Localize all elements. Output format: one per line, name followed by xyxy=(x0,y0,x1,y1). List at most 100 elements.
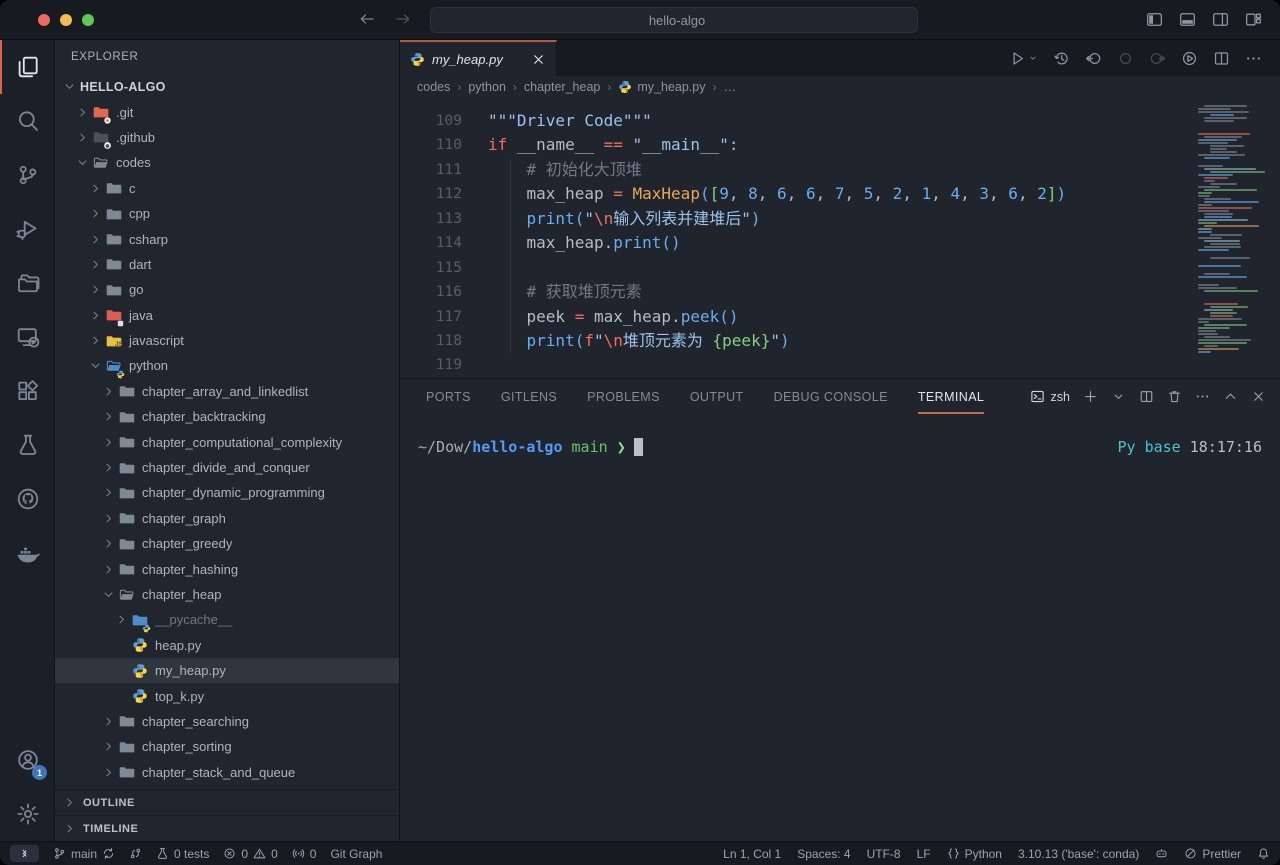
sidebar-section-outline[interactable]: OUTLINE xyxy=(55,789,399,815)
status-python-interpreter[interactable]: 3.10.13 ('base': conda) xyxy=(1018,847,1139,861)
tree-item-chapter_divide_and_conquer[interactable]: chapter_divide_and_conquer xyxy=(55,455,399,480)
tree-item-python[interactable]: python xyxy=(55,353,399,378)
activity-item-extensions[interactable] xyxy=(0,364,54,418)
panel-more-button[interactable] xyxy=(1195,389,1210,404)
new-terminal-button[interactable] xyxy=(1083,389,1098,404)
tree-item-dart[interactable]: dart xyxy=(55,252,399,277)
tree-item-hello-algo[interactable]: HELLO-ALGO xyxy=(55,74,399,99)
panel-tab-gitlens[interactable]: GITLENS xyxy=(501,379,557,414)
panel-tab-terminal[interactable]: TERMINAL xyxy=(918,379,984,414)
status-indentation[interactable]: Spaces: 4 xyxy=(797,847,850,861)
status-git-branch[interactable]: main xyxy=(53,847,115,861)
activity-item-github[interactable] xyxy=(0,472,54,526)
activity-item-accounts[interactable]: 1 xyxy=(0,733,54,787)
tree-item-__pycache__[interactable]: __pycache__ xyxy=(55,607,399,632)
tree-item-chapter_backtracking[interactable]: chapter_backtracking xyxy=(55,404,399,429)
navigate-forward-icon[interactable] xyxy=(394,10,412,28)
tree-item-chapter_greedy[interactable]: chapter_greedy xyxy=(55,531,399,556)
activity-item-remote-explorer[interactable] xyxy=(0,310,54,364)
panel-tab-output[interactable]: OUTPUT xyxy=(690,379,744,414)
tree-item-cpp[interactable]: cpp xyxy=(55,201,399,226)
tree-item-chapter_hashing[interactable]: chapter_hashing xyxy=(55,556,399,581)
tree-item-heap-py[interactable]: heap.py xyxy=(55,633,399,658)
tree-item-chapter_heap[interactable]: chapter_heap xyxy=(55,582,399,607)
close-window-button[interactable] xyxy=(38,14,50,26)
command-center-search[interactable]: hello-algo xyxy=(430,7,918,33)
activity-item-settings[interactable] xyxy=(0,787,54,841)
more-actions-button[interactable] xyxy=(1245,50,1262,67)
tree-item-chapter_searching[interactable]: chapter_searching xyxy=(55,709,399,734)
minimize-window-button[interactable] xyxy=(60,14,72,26)
toggle-panel-icon[interactable] xyxy=(1179,11,1196,28)
panel-tab-debug-console[interactable]: DEBUG CONSOLE xyxy=(774,379,888,414)
breadcrumb-item-[interactable]: … xyxy=(723,80,736,94)
breadcrumb-item-my_heap.py[interactable]: my_heap.py xyxy=(618,80,705,94)
status-eol[interactable]: LF xyxy=(917,847,931,861)
tree-item-chapter_computational_complexity[interactable]: chapter_computational_complexity xyxy=(55,429,399,454)
terminal[interactable]: ~/Dow/hello-algo main ❯ Py base 18:17:16 xyxy=(400,414,1280,456)
tree-item-csharp[interactable]: csharp xyxy=(55,226,399,251)
sidebar-section-timeline[interactable]: TIMELINE xyxy=(55,815,399,841)
close-panel-button[interactable] xyxy=(1251,389,1266,404)
split-terminal-button[interactable] xyxy=(1139,389,1154,404)
status-language-mode[interactable]: Python xyxy=(947,847,1002,861)
code-editor[interactable]: 109"""Driver Code"""110if __name__ == "_… xyxy=(400,98,1280,378)
status-prettier[interactable]: Prettier xyxy=(1184,847,1241,861)
activity-item-testing[interactable] xyxy=(0,418,54,472)
activity-item-docker[interactable] xyxy=(0,526,54,580)
tree-item-javascript[interactable]: JSjavascript xyxy=(55,328,399,353)
activity-item-run-debug[interactable] xyxy=(0,202,54,256)
breadcrumb-item-codes[interactable]: codes xyxy=(417,80,450,94)
toggle-secondary-sidebar-icon[interactable] xyxy=(1212,11,1229,28)
breadcrumb-item-chapter_heap[interactable]: chapter_heap xyxy=(524,80,600,94)
status-git-graph[interactable]: Git Graph xyxy=(330,847,382,861)
tree-item-chapter_array_and_linkedlist[interactable]: chapter_array_and_linkedlist xyxy=(55,379,399,404)
panel-tab-ports[interactable]: PORTS xyxy=(426,379,471,414)
tree-item-chapter_graph[interactable]: chapter_graph xyxy=(55,506,399,531)
activity-item-project-manager[interactable] xyxy=(0,256,54,310)
run-python-file-button[interactable] xyxy=(1009,50,1038,67)
tree-item-java[interactable]: java xyxy=(55,303,399,328)
status-git-compare[interactable] xyxy=(129,847,142,860)
tree-item-c[interactable]: c xyxy=(55,176,399,201)
tree-item-go[interactable]: go xyxy=(55,277,399,302)
tree-item--git[interactable]: .git xyxy=(55,99,399,124)
tree-item-chapter_stack_and_queue[interactable]: chapter_stack_and_queue xyxy=(55,760,399,785)
continue-button[interactable] xyxy=(1117,50,1134,67)
tree-item-chapter_sorting[interactable]: chapter_sorting xyxy=(55,734,399,759)
status-tests[interactable]: 0 tests xyxy=(156,847,209,861)
activity-item-search[interactable] xyxy=(0,94,54,148)
split-editor-button[interactable] xyxy=(1213,50,1230,67)
status-problems[interactable]: 00 xyxy=(223,847,277,861)
tree-item-my_heap-py[interactable]: my_heap.py xyxy=(55,658,399,683)
minimap[interactable] xyxy=(1198,100,1264,354)
tree-item-codes[interactable]: codes xyxy=(55,150,399,175)
status-notifications[interactable] xyxy=(1257,847,1270,860)
tree-item-top_k-py[interactable]: top_k.py xyxy=(55,683,399,708)
tree-item--github[interactable]: .github xyxy=(55,125,399,150)
shell-selector[interactable]: zsh xyxy=(1030,389,1070,404)
timeline-history-button[interactable] xyxy=(1053,50,1070,67)
toggle-sidebar-icon[interactable] xyxy=(1146,11,1163,28)
close-tab-icon[interactable] xyxy=(531,52,546,67)
step-forward-button[interactable] xyxy=(1149,50,1166,67)
panel-tab-problems[interactable]: PROBLEMS xyxy=(587,379,660,414)
tab-my-heap[interactable]: my_heap.py xyxy=(400,40,557,76)
customize-layout-icon[interactable] xyxy=(1245,11,1262,28)
navigate-back-icon[interactable] xyxy=(358,10,376,28)
activity-item-source-control[interactable] xyxy=(0,148,54,202)
terminal-profile-dropdown[interactable] xyxy=(1111,389,1126,404)
status-encoding[interactable]: UTF-8 xyxy=(867,847,901,861)
status-cursor-position[interactable]: Ln 1, Col 1 xyxy=(723,847,781,861)
maximize-panel-button[interactable] xyxy=(1223,389,1238,404)
activity-item-explorer[interactable] xyxy=(0,40,54,94)
status-ports[interactable]: 0 xyxy=(292,847,317,861)
breadcrumb-item-python[interactable]: python xyxy=(468,80,506,94)
run-profile-button[interactable] xyxy=(1181,50,1198,67)
step-back-button[interactable] xyxy=(1085,50,1102,67)
zoom-window-button[interactable] xyxy=(82,14,94,26)
kill-terminal-button[interactable] xyxy=(1167,389,1182,404)
status-copilot[interactable] xyxy=(1155,847,1168,860)
status-remote-indicator[interactable] xyxy=(10,845,39,862)
tree-item-chapter_dynamic_programming[interactable]: chapter_dynamic_programming xyxy=(55,480,399,505)
